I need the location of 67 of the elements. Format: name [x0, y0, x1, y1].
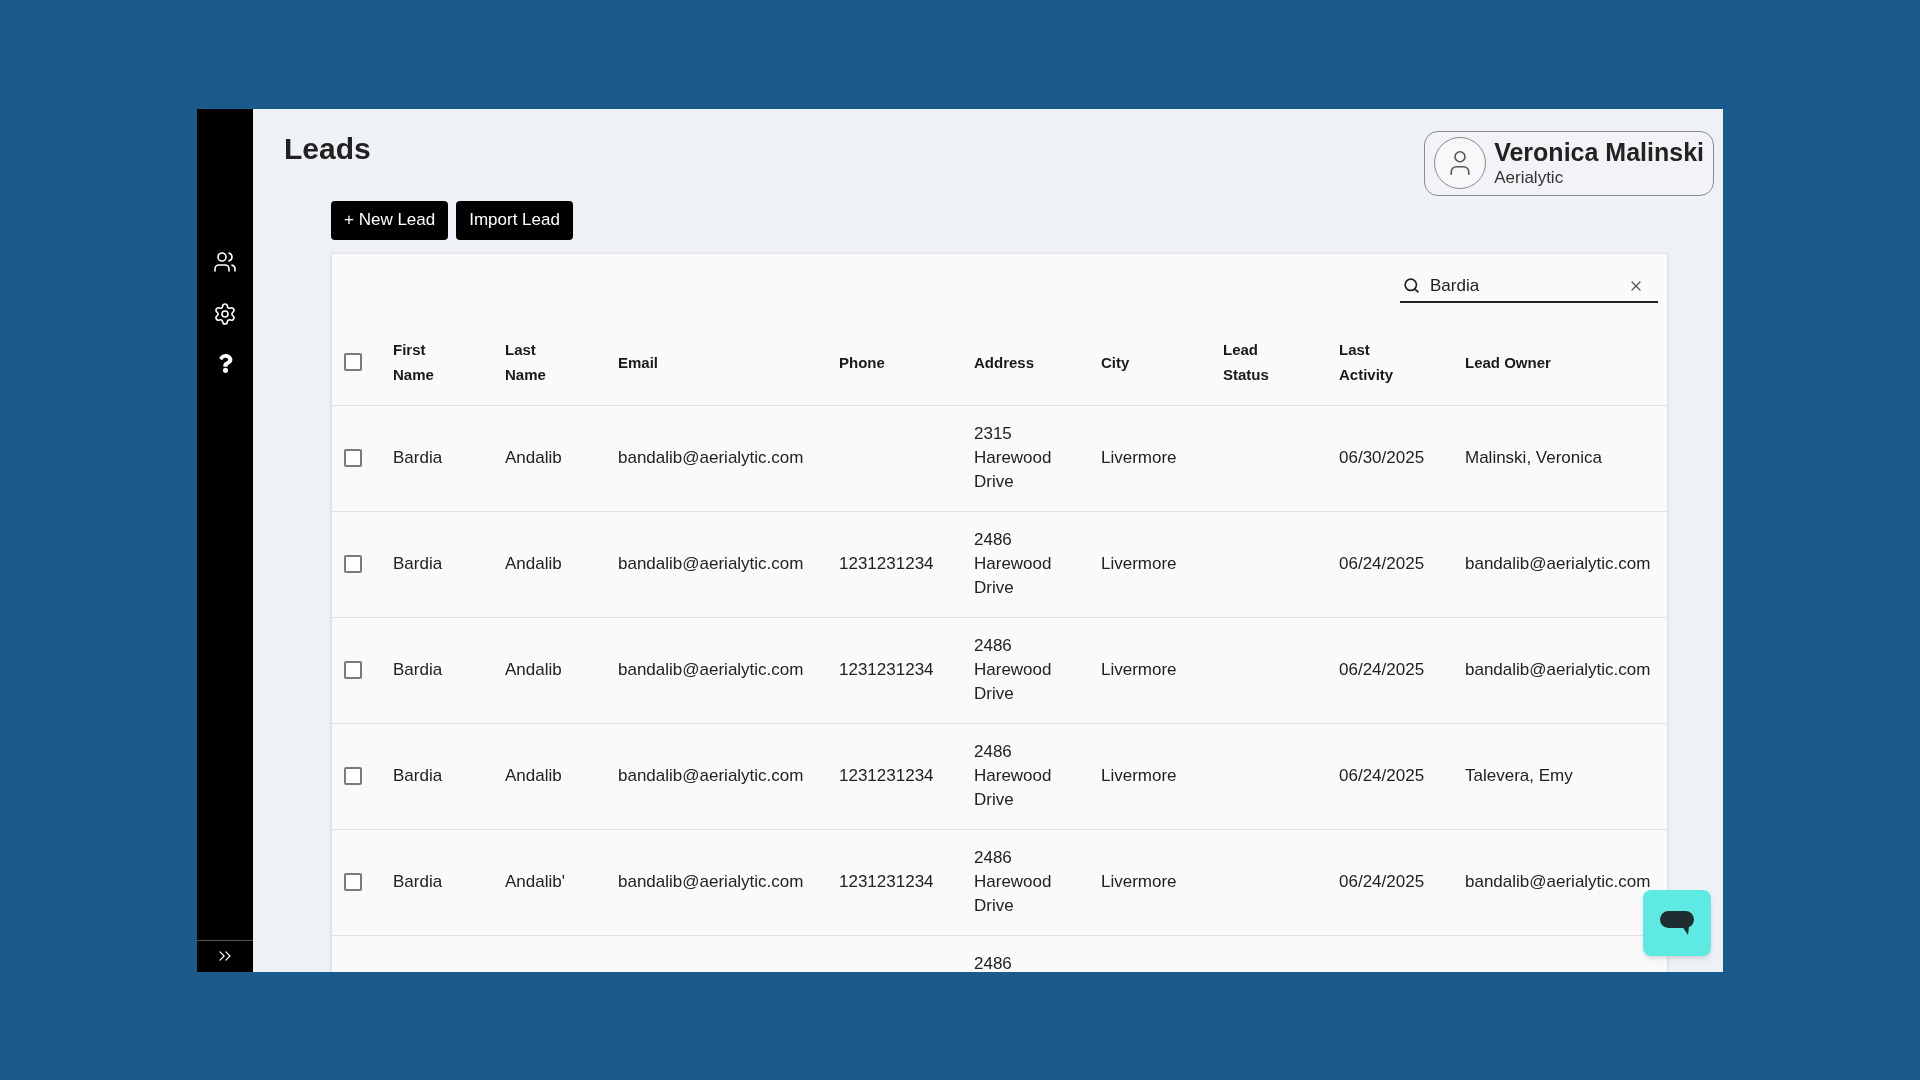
table-cell-text: bandalib@aerialytic.com — [618, 553, 804, 575]
table-cell-text: bandalib@aerialytic.com — [1465, 553, 1651, 575]
table-cell-text: Andalib — [505, 553, 562, 575]
avatar-icon — [1434, 137, 1487, 189]
new-lead-button[interactable]: + New Lead — [331, 200, 449, 240]
table-cell-text: 1231231234 — [839, 871, 934, 893]
table-cell-text: 2486 — [974, 953, 1012, 972]
table-cell-text: bandalib@aerialytic.com — [618, 765, 804, 787]
column-header: Phone — [839, 352, 885, 373]
table-cell-text: Livermore — [1101, 447, 1177, 469]
table-cell-text: 2315 Harewood Drive — [974, 423, 1053, 493]
column-header: Address — [974, 352, 1035, 373]
chat-button[interactable] — [1643, 889, 1711, 956]
table-cell-text: Bardia — [393, 871, 443, 893]
table-cell-text: 2486 Harewood Drive — [974, 741, 1053, 811]
column-header: Email — [618, 352, 659, 373]
settings-icon[interactable] — [213, 301, 237, 326]
table-cell-text: 06/24/2025 — [1339, 553, 1425, 575]
table-cell-text: bandalib@aerialytic.com — [618, 871, 804, 893]
table-cell-text: Andalib — [505, 447, 562, 469]
table-cell-text: Bardia — [393, 659, 443, 681]
import-lead-button[interactable]: Import Lead — [456, 200, 573, 240]
table-cell-text: 1231231234 — [839, 553, 934, 575]
user-name: Veronica Malinski — [1494, 137, 1704, 167]
table-cell-text: Livermore — [1101, 871, 1177, 893]
table-cell-text: Talevera, Emy — [1465, 765, 1573, 787]
table-cell-text: 06/30/2025 — [1339, 447, 1425, 469]
row-checkbox[interactable] — [344, 873, 362, 891]
table-cell-text: bandalib@aerialytic.com — [1465, 659, 1651, 681]
table-cell-text: Livermore — [1101, 659, 1177, 681]
column-header: First Name — [393, 340, 435, 385]
table-cell-text: 2486 Harewood Drive — [974, 635, 1053, 705]
table-cell-text: 2486 Harewood Drive — [974, 847, 1053, 917]
search-icon — [1403, 277, 1420, 294]
table-cell-text: Andalib — [505, 659, 562, 681]
column-header: Last Name — [505, 340, 547, 385]
table-cell-text: bandalib@aerialytic.com — [618, 659, 804, 681]
row-checkbox[interactable] — [344, 555, 362, 573]
table-cell-text: 06/24/2025 — [1339, 659, 1425, 681]
row-checkbox[interactable] — [344, 767, 362, 785]
company-name: Aerialytic — [1494, 167, 1565, 189]
table-cell-text: 1231231234 — [839, 659, 934, 681]
table-cell-text: Malinski, Veronica — [1465, 447, 1602, 469]
table-cell-text: Andalib' — [505, 871, 565, 893]
table-cell-text: 06/24/2025 — [1339, 871, 1425, 893]
column-header: Lead Status — [1223, 340, 1270, 385]
row-checkbox[interactable] — [344, 449, 362, 467]
column-header: Last Activity — [1339, 340, 1395, 385]
table-cell-text: 06/24/2025 — [1339, 765, 1425, 787]
search-field[interactable]: Bardia — [1430, 271, 1618, 300]
users-icon[interactable] — [213, 249, 237, 274]
chat-bubble-icon — [1660, 910, 1694, 935]
table-cell-text: bandalib@aerialytic.com — [618, 447, 804, 469]
column-header: Lead Owner — [1465, 352, 1551, 373]
column-header: City — [1101, 352, 1130, 373]
select-all-checkbox[interactable] — [344, 353, 362, 371]
table-cell-text: Bardia — [393, 447, 443, 469]
table-cell-text: 2486 Harewood Drive — [974, 529, 1053, 599]
table-cell-text: Bardia — [393, 765, 443, 787]
table-cell-text: 1231231234 — [839, 765, 934, 787]
table-cell-text: Livermore — [1101, 765, 1177, 787]
table-cell-text: Bardia — [393, 553, 443, 575]
table-cell-text: Livermore — [1101, 553, 1177, 575]
row-checkbox[interactable] — [344, 661, 362, 679]
table-cell-text: Andalib — [505, 765, 562, 787]
table-cell-text: bandalib@aerialytic.com — [1465, 871, 1651, 893]
page-title: Leads — [284, 130, 371, 167]
